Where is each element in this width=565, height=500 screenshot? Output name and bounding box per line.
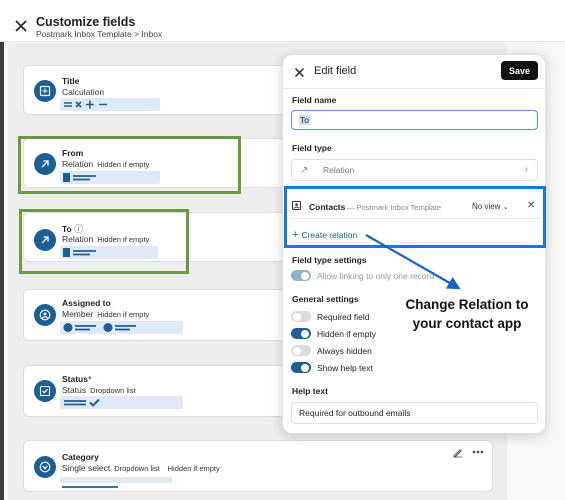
toggle-label: Always hidden — [317, 345, 372, 356]
field-name: Status* — [62, 374, 91, 384]
general-settings-label: General settings — [292, 294, 359, 304]
field-type-label: Calculation — [62, 87, 105, 97]
field-type: Status Dropdown list — [62, 385, 136, 395]
field-type-label: Status — [62, 385, 87, 395]
required-marker: * — [87, 374, 92, 384]
toggle-hidden-if-empty[interactable]: Hidden if empty — [291, 328, 376, 339]
field-tag: Hidden if empty — [97, 310, 150, 319]
field-tag: Dropdown list — [114, 464, 160, 473]
relation-separator: — — [347, 203, 355, 212]
relation-workspace: — Postmark Inbox Template — [347, 203, 441, 212]
toggle-switch[interactable] — [291, 311, 311, 322]
create-relation-button[interactable]: + Create relation — [292, 229, 357, 241]
field-tag: Dropdown list — [90, 386, 136, 395]
toggle-switch[interactable] — [291, 328, 311, 339]
field-type: Calculation — [62, 87, 104, 97]
toggle-label: Required field — [317, 311, 370, 322]
field-type-select[interactable]: ↗ Relation › — [291, 159, 538, 181]
plus-icon: + — [292, 229, 299, 241]
field-type-label: Field type — [292, 143, 332, 153]
help-text-label: Help text — [292, 386, 328, 396]
window-edge — [0, 0, 4, 500]
toggle-label: Show help text — [317, 362, 373, 373]
annotation-line-2: your contact app — [412, 316, 522, 331]
to-highlight-box — [19, 209, 189, 274]
relation-box: Contacts — Postmark Inbox Template No vi… — [284, 186, 546, 248]
relation-app-label: Contacts — [309, 202, 346, 212]
field-type-value: Relation — [323, 165, 355, 175]
field-preview — [60, 477, 172, 488]
chevron-circle-icon — [34, 456, 56, 478]
field-type-label: Member — [62, 309, 94, 319]
toggle-label: Hidden if empty — [317, 328, 377, 339]
view-dropdown[interactable]: No view ⌄ — [472, 202, 509, 211]
field-name-label: Status — [62, 374, 88, 384]
toggle-switch[interactable] — [291, 345, 311, 356]
page-title: Customize fields — [36, 15, 136, 29]
close-icon[interactable] — [294, 67, 305, 78]
field-name: Category — [62, 452, 99, 462]
annotation-text: Change Relation to your contact app — [392, 295, 542, 333]
field-name-label: Field name — [292, 95, 337, 105]
toggle-switch[interactable] — [291, 362, 311, 373]
toggle-allow-linking-one[interactable]: Allow linking to only one record — [291, 270, 434, 281]
from-highlight-box — [18, 136, 241, 194]
header-bar: Customize fields Postmark Inbox Template… — [0, 0, 565, 42]
arrow-up-right-icon: ↗ — [300, 165, 309, 176]
toggle-required-field[interactable]: Required field — [291, 311, 369, 322]
field-card-category[interactable]: Category Single select Dropdown list Hidde… — [23, 440, 493, 492]
field-name: Title — [62, 76, 80, 86]
help-text-input[interactable]: Required for outbound emails — [291, 402, 538, 424]
toggle-label: Allow linking to only one record — [317, 270, 435, 281]
relation-workspace-label: Postmark Inbox Template — [356, 203, 442, 212]
field-type: Member Hidden if empty — [62, 309, 149, 319]
field-name-input[interactable]: To — [291, 110, 538, 130]
calculator-icon — [34, 80, 56, 102]
chevron-right-icon: › — [524, 164, 528, 175]
contact-card-icon — [292, 201, 301, 212]
divider — [290, 218, 540, 219]
type-settings-label: Field type settings — [292, 255, 367, 265]
more-options-icon[interactable] — [472, 450, 484, 454]
panel-title: Edit field — [314, 65, 357, 77]
help-text-value: Required for outbound emails — [299, 408, 411, 418]
close-icon[interactable] — [14, 19, 28, 33]
create-relation-label: Create relation — [301, 230, 358, 240]
field-name-value: To — [299, 115, 310, 125]
relation-app-name[interactable]: Contacts — [309, 202, 345, 212]
remove-relation-icon[interactable]: ✕ — [527, 200, 535, 211]
save-button[interactable]: Save — [501, 61, 538, 80]
checkbox-icon — [34, 380, 56, 402]
field-type-label: Single select — [62, 463, 111, 473]
field-preview — [60, 321, 183, 334]
divider — [283, 88, 547, 89]
field-type: Single select Dropdown list Hidden if empt… — [62, 463, 220, 473]
person-icon — [34, 304, 56, 326]
field-preview — [60, 396, 183, 409]
breadcrumb: Postmark Inbox Template > Inbox — [36, 29, 163, 39]
toggle-show-help-text[interactable]: Show help text — [291, 362, 373, 373]
field-preview — [60, 98, 160, 111]
field-tag: Hidden if empty — [167, 464, 220, 473]
toggle-always-hidden[interactable]: Always hidden — [291, 345, 372, 356]
view-label: No view — [472, 202, 501, 211]
edit-pencil-icon[interactable] — [452, 447, 463, 458]
toggle-switch[interactable] — [291, 270, 311, 281]
annotation-line-1: Change Relation to — [405, 297, 529, 312]
field-name: Assigned to — [62, 298, 111, 308]
chevron-down-icon: ⌄ — [502, 204, 509, 211]
